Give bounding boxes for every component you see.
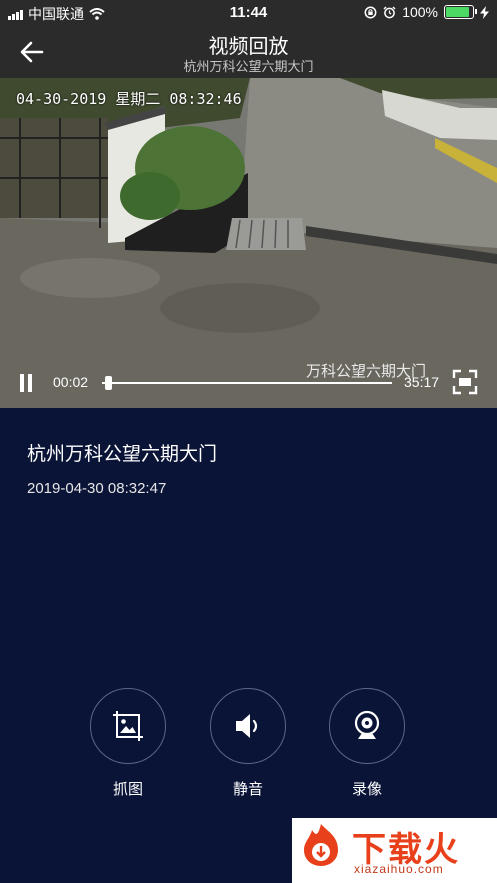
- nav-bar: 视频回放 杭州万科公望六期大门: [0, 26, 497, 78]
- page-title: 视频回放: [208, 36, 289, 58]
- mute-label: 静音: [232, 781, 263, 798]
- battery-percent: 100%: [402, 4, 438, 20]
- snapshot-circle: [90, 688, 166, 764]
- snapshot-icon: [113, 711, 143, 741]
- current-time: 00:02: [53, 374, 89, 390]
- record-button[interactable]: 录像: [329, 688, 405, 799]
- charging-icon: [480, 5, 489, 19]
- speaker-icon: [236, 714, 258, 738]
- snapshot-label: 抓图: [112, 781, 143, 798]
- status-bar: 中国联通 11:44 100%: [0, 0, 497, 26]
- fullscreen-button[interactable]: [452, 369, 478, 395]
- watermark-url: xiazaihuo.com: [354, 862, 444, 876]
- osd-timestamp: 04-30-2019 星期二 08:32:46: [16, 90, 242, 108]
- record-label: 录像: [351, 781, 382, 798]
- record-circle: [329, 688, 405, 764]
- progress-bar[interactable]: [102, 376, 392, 390]
- mute-circle: [210, 688, 286, 764]
- duration: 35:17: [404, 374, 440, 390]
- flame-logo-icon: [304, 824, 338, 866]
- video-player[interactable]: 04-30-2019 星期二 08:32:46 万科公望六期大门 00:02 3…: [0, 78, 497, 408]
- rotation-lock-icon: [364, 6, 377, 18]
- player-controls: 00:02 35:17: [0, 358, 497, 408]
- camera-name: 杭州万科公望六期大门: [27, 444, 218, 465]
- watermark: 下载火 xiazaihuo.com: [292, 818, 497, 883]
- mute-button[interactable]: 静音: [210, 688, 286, 799]
- pause-button[interactable]: [18, 374, 34, 392]
- alarm-icon: [383, 5, 396, 18]
- page-subtitle: 杭州万科公望六期大门: [183, 59, 314, 74]
- webcam-icon: [354, 710, 380, 739]
- snapshot-button[interactable]: 抓图: [90, 688, 166, 799]
- fullscreen-icon: [452, 369, 478, 395]
- status-right: 100%: [364, 4, 489, 20]
- battery-icon: [444, 5, 477, 19]
- playback-datetime: 2019-04-30 08:32:47: [27, 480, 167, 497]
- progress-knob[interactable]: [104, 376, 112, 390]
